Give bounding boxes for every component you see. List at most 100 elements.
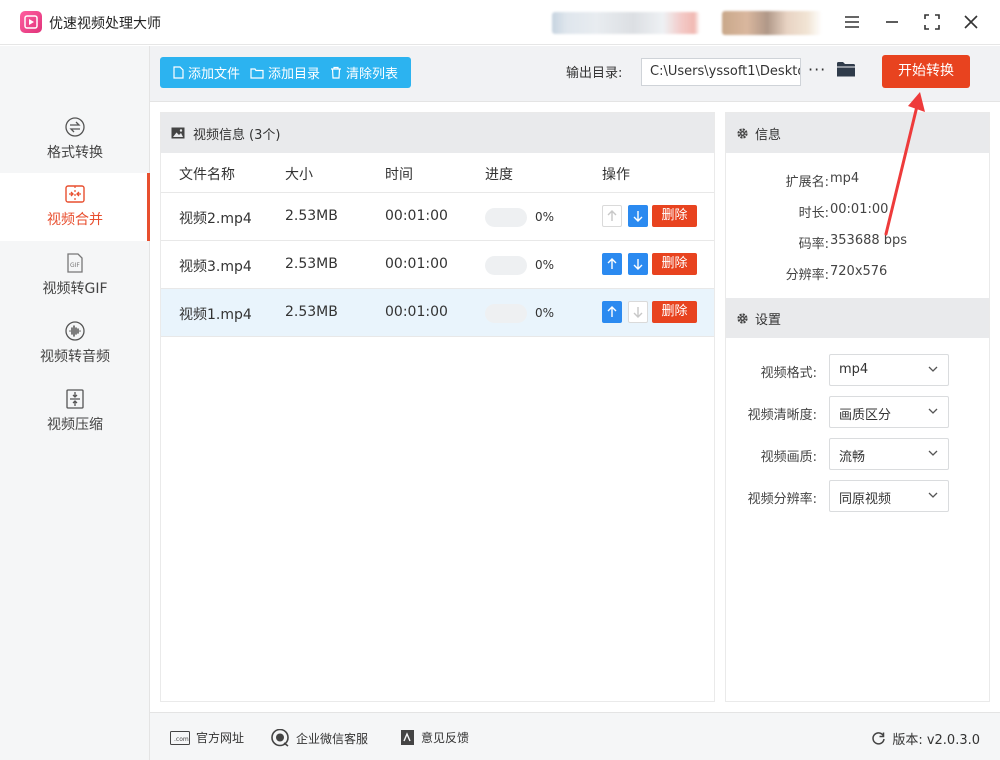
sidebar-item-label: 视频转音频 [40, 349, 110, 365]
svg-text:.com: .com [174, 736, 189, 743]
sidebar-item-label: 格式转换 [47, 145, 103, 161]
info-label: 扩展名: [785, 175, 829, 190]
select-value: mp4 [839, 362, 869, 377]
progress-percent: 0% [535, 210, 555, 224]
setting-video-resolution: 视频分辨率: 同原视频 [726, 480, 989, 512]
sidebar-item-video-to-gif[interactable]: GIF 视频转GIF [0, 242, 150, 310]
open-folder-icon[interactable] [836, 61, 856, 78]
table-row[interactable]: 视频3.mp4 2.53MB 00:01:00 0% 删除 [161, 241, 714, 289]
file-count: (3个) [249, 127, 281, 143]
hamburger-menu-icon[interactable] [840, 10, 864, 34]
refresh-icon [872, 732, 886, 745]
wechat-support-link[interactable]: 企业微信客服 [270, 729, 368, 747]
browse-more-button[interactable]: ··· [808, 60, 826, 79]
column-header-size: 大小 [285, 167, 313, 183]
select-value: 流畅 [839, 450, 866, 465]
annotation-arrow-icon [884, 92, 925, 236]
maximize-icon[interactable] [920, 10, 944, 34]
delete-button[interactable]: 删除 [652, 301, 697, 323]
table-header: 文件名称 大小 时间 进度 操作 [161, 153, 714, 193]
column-header-actions: 操作 [602, 167, 630, 183]
column-header-name: 文件名称 [179, 167, 235, 183]
add-file-button[interactable]: 添加文件 [173, 63, 240, 82]
gif-icon: GIF [67, 253, 83, 273]
arrow-up-icon [607, 258, 617, 269]
select-value: 同原视频 [839, 492, 892, 507]
move-down-button[interactable] [628, 205, 648, 227]
setting-label: 视频清晰度: [747, 408, 817, 423]
move-down-button[interactable] [628, 253, 648, 275]
file-list-title: 视频信息 [193, 127, 246, 143]
delete-button[interactable]: 删除 [652, 205, 697, 227]
move-up-button[interactable] [602, 205, 622, 227]
progress-bar [485, 304, 527, 323]
info-value: 720x576 [830, 264, 888, 279]
account-info-blurred[interactable] [552, 12, 700, 34]
sidebar-item-format-convert[interactable]: 格式转换 [0, 106, 150, 174]
output-directory-field[interactable]: C:\Users\yssoft1\Deskto [641, 58, 801, 86]
website-icon: .com [170, 730, 190, 745]
chevron-down-icon [928, 492, 938, 498]
title-bar: 优速视频处理大师 [0, 0, 1000, 45]
move-up-button[interactable] [602, 253, 622, 275]
settings-section-title: 设置 [755, 312, 782, 328]
arrow-up-icon [607, 210, 617, 221]
file-list-header: 视频信息 (3个) [161, 113, 714, 153]
add-directory-button[interactable]: 添加目录 [250, 63, 320, 82]
file-list-panel: 视频信息 (3个) 文件名称 大小 时间 进度 操作 视频2.mp4 2.53M… [160, 112, 715, 702]
footer: .com 官方网址 企业微信客服 意见反馈 版本: v2.0.3.0 [150, 712, 1000, 760]
video-merge-icon [65, 185, 85, 203]
file-icon [173, 66, 184, 79]
clear-list-button[interactable]: 清除列表 [330, 63, 398, 82]
chevron-down-icon [928, 450, 938, 456]
file-duration: 00:01:00 [385, 304, 448, 320]
minimize-icon[interactable] [880, 10, 904, 34]
sidebar-item-video-to-audio[interactable]: 视频转音频 [0, 310, 150, 378]
video-quality-select[interactable]: 流畅 [829, 438, 949, 470]
output-directory-label: 输出目录: [566, 66, 623, 81]
progress-bar [485, 256, 527, 275]
table-row[interactable]: 视频2.mp4 2.53MB 00:01:00 0% 删除 [161, 193, 714, 241]
chevron-down-icon [928, 366, 938, 372]
file-name: 视频2.mp4 [179, 211, 252, 227]
setting-label: 视频画质: [760, 450, 817, 465]
video-format-select[interactable]: mp4 [829, 354, 949, 386]
info-value: mp4 [830, 171, 860, 186]
sidebar-item-label: 视频合并 [47, 212, 103, 228]
app-title: 优速视频处理大师 [49, 16, 161, 32]
chevron-down-icon [928, 408, 938, 414]
setting-label: 视频分辨率: [747, 492, 817, 507]
sidebar-item-label: 视频转GIF [42, 281, 108, 297]
arrow-down-icon [633, 259, 643, 270]
sidebar-item-video-compress[interactable]: 视频压缩 [0, 378, 150, 446]
version-info[interactable]: 版本: v2.0.3.0 [871, 729, 980, 748]
svg-text:GIF: GIF [70, 262, 80, 269]
progress-bar [485, 208, 527, 227]
progress-percent: 0% [535, 258, 555, 272]
video-clarity-select[interactable]: 画质区分 [829, 396, 949, 428]
sidebar-item-video-merge[interactable]: 视频合并 [0, 173, 150, 241]
delete-button[interactable]: 删除 [652, 253, 697, 275]
add-file-label: 添加文件 [188, 67, 241, 82]
info-section-title: 信息 [755, 127, 782, 143]
select-value: 画质区分 [839, 408, 892, 423]
video-resolution-select[interactable]: 同原视频 [829, 480, 949, 512]
file-size: 2.53MB [285, 256, 338, 272]
feedback-link[interactable]: 意见反馈 [400, 729, 469, 746]
user-avatar-blurred[interactable] [722, 11, 822, 35]
move-down-button[interactable] [628, 301, 648, 323]
version-label: 版本: v2.0.3.0 [892, 733, 980, 748]
table-row[interactable]: 视频1.mp4 2.53MB 00:01:00 0% 删除 [161, 289, 714, 337]
format-convert-icon [65, 117, 85, 137]
column-header-time: 时间 [385, 167, 413, 183]
file-size: 2.53MB [285, 304, 338, 320]
close-icon[interactable] [959, 10, 983, 34]
move-up-button[interactable] [602, 301, 622, 323]
setting-label: 视频格式: [760, 366, 817, 381]
info-settings-panel: 信息 扩展名: mp4 时长: 00:01:00 码率: 353688 bps … [725, 112, 990, 702]
file-actions-group: 添加文件 添加目录 清除列表 [160, 57, 412, 88]
official-website-link[interactable]: .com 官方网址 [170, 729, 244, 746]
info-label: 分辨率: [785, 268, 829, 283]
start-conversion-button[interactable]: 开始转换 [882, 55, 970, 88]
arrow-down-icon [633, 211, 643, 222]
